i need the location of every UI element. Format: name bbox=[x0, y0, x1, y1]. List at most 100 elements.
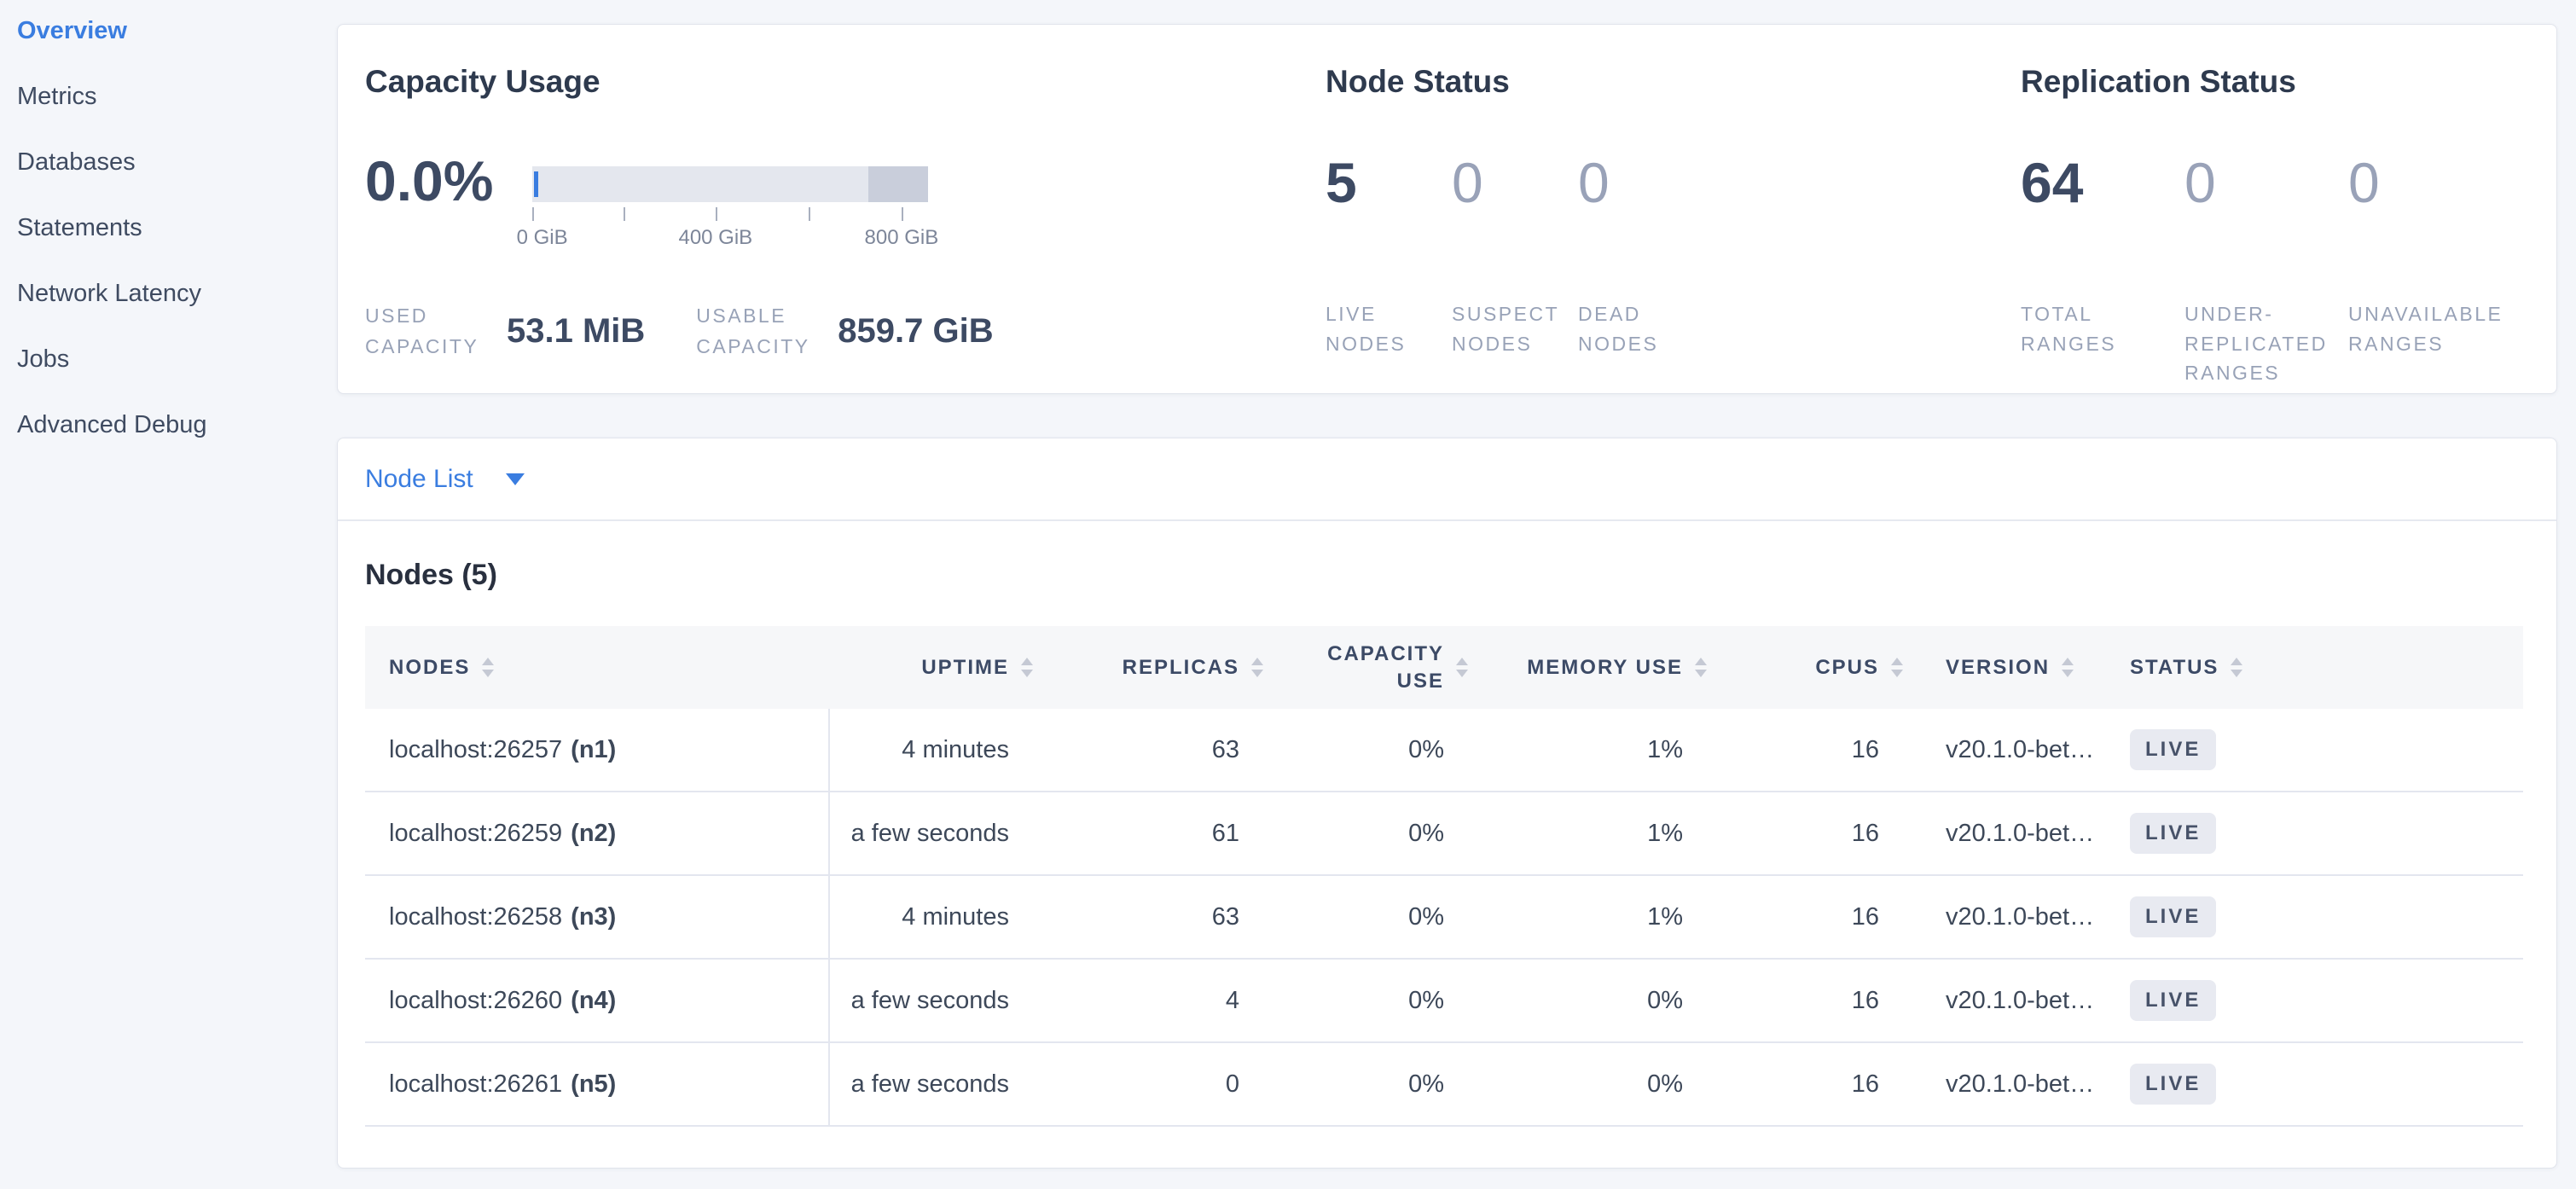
cpus-cell: 16 bbox=[1724, 709, 1920, 791]
node-list-dropdown-label: Node List bbox=[365, 465, 473, 494]
sidebar: Overview Metrics Databases Statements Ne… bbox=[0, 0, 337, 1189]
column-label: VERSION bbox=[1946, 656, 2050, 679]
sort-icon bbox=[1251, 658, 1263, 677]
table-row-n2: localhost:26259(n2) a few seconds 61 0% … bbox=[365, 792, 2523, 876]
capacity-use-cell: 0% bbox=[1280, 960, 1485, 1041]
memory-use-cell: 0% bbox=[1485, 960, 1724, 1041]
node-name-cell[interactable]: localhost:26260(n4) bbox=[365, 960, 830, 1041]
capacity-gauge: 0.0% 0 GiB bbox=[365, 153, 1326, 250]
capacity-axis: 0 GiB 400 GiB 800 GiB bbox=[532, 202, 928, 250]
main-content: Capacity Usage 0.0% bbox=[337, 0, 2576, 1189]
table-row-n1: localhost:26257(n1) 4 minutes 63 0% 1% 1… bbox=[365, 709, 2523, 792]
status-badge: LIVE bbox=[2130, 813, 2216, 854]
capacity-bar-usable-segment bbox=[532, 166, 868, 202]
column-header-nodes[interactable]: NODES bbox=[365, 654, 830, 681]
under-replicated-value: 0 bbox=[2184, 154, 2348, 211]
column-header-replicas[interactable]: REPLICAS bbox=[1050, 654, 1280, 681]
memory-use-cell: 1% bbox=[1485, 709, 1724, 791]
suspect-nodes-stat: 0 SUSPECT NODES bbox=[1452, 154, 1578, 358]
node-name-cell[interactable]: localhost:26259(n2) bbox=[365, 792, 830, 874]
cpus-cell: 16 bbox=[1724, 792, 1920, 874]
sort-icon bbox=[1456, 658, 1468, 677]
uptime-cell: a few seconds bbox=[830, 792, 1050, 874]
used-capacity-label: USED CAPACITY bbox=[365, 301, 495, 362]
column-header-status[interactable]: STATUS bbox=[2108, 654, 2523, 681]
used-capacity-value: 53.1 MiB bbox=[507, 312, 645, 351]
column-label: STATUS bbox=[2130, 656, 2219, 679]
column-label: MEMORY USE bbox=[1527, 656, 1683, 679]
version-cell: v20.1.0-bet… bbox=[1920, 792, 2108, 874]
sidebar-item-statements[interactable]: Statements bbox=[17, 216, 337, 241]
cpus-cell: 16 bbox=[1724, 960, 1920, 1041]
column-label: NODES bbox=[389, 656, 470, 679]
node-id: (n4) bbox=[571, 987, 616, 1015]
capacity-percent: 0.0% bbox=[365, 153, 532, 250]
node-table-panel: Nodes (5) NODES UPTIME REPLICAS bbox=[338, 559, 2556, 1127]
uptime-cell: 4 minutes bbox=[830, 709, 1050, 791]
under-replicated-label: UNDER-REPLICATED RANGES bbox=[2184, 299, 2348, 388]
under-replicated-stat: 0 UNDER-REPLICATED RANGES bbox=[2184, 154, 2348, 388]
sort-icon bbox=[1891, 658, 1903, 677]
live-nodes-label: LIVE NODES bbox=[1326, 299, 1452, 358]
column-header-memory-use[interactable]: MEMORY USE bbox=[1485, 654, 1724, 681]
node-address: localhost:26259 bbox=[389, 820, 562, 848]
capacity-stats: USED CAPACITY 53.1 MiB USABLE CAPACITY 8… bbox=[365, 301, 1326, 362]
live-nodes-stat: 5 LIVE NODES bbox=[1326, 154, 1452, 358]
capacity-bar-used-marker bbox=[534, 171, 538, 197]
node-list-dropdown[interactable]: Node List bbox=[338, 438, 2556, 521]
sort-icon bbox=[1021, 658, 1033, 677]
table-row-n4: localhost:26260(n4) a few seconds 4 0% 0… bbox=[365, 960, 2523, 1043]
capacity-bar-track bbox=[532, 166, 928, 202]
chevron-down-icon bbox=[506, 473, 525, 485]
node-list-card: Node List Nodes (5) NODES UPTIME bbox=[337, 438, 2557, 1169]
capacity-use-cell: 0% bbox=[1280, 876, 1485, 958]
sidebar-item-overview[interactable]: Overview bbox=[17, 19, 337, 44]
replication-status-title: Replication Status bbox=[2021, 62, 2529, 102]
memory-use-cell: 0% bbox=[1485, 1043, 1724, 1125]
column-label: CAPACITY bbox=[1327, 642, 1444, 665]
column-label: CPUS bbox=[1815, 656, 1879, 679]
node-name-cell[interactable]: localhost:26257(n1) bbox=[365, 709, 830, 791]
unavailable-ranges-value: 0 bbox=[2348, 154, 2512, 211]
status-cell: LIVE bbox=[2108, 709, 2523, 791]
node-name-cell[interactable]: localhost:26258(n3) bbox=[365, 876, 830, 958]
sidebar-item-network-latency[interactable]: Network Latency bbox=[17, 281, 337, 306]
uptime-cell: 4 minutes bbox=[830, 876, 1050, 958]
node-id: (n1) bbox=[571, 736, 616, 764]
sort-icon bbox=[2231, 658, 2242, 677]
sidebar-item-advanced-debug[interactable]: Advanced Debug bbox=[17, 413, 337, 438]
dead-nodes-stat: 0 DEAD NODES bbox=[1578, 154, 1704, 358]
uptime-cell: a few seconds bbox=[830, 960, 1050, 1041]
sidebar-item-jobs[interactable]: Jobs bbox=[17, 347, 337, 372]
capacity-usage-section: Capacity Usage 0.0% bbox=[365, 25, 1326, 393]
axis-tick bbox=[809, 207, 810, 221]
version-cell: v20.1.0-bet… bbox=[1920, 709, 2108, 791]
status-cell: LIVE bbox=[2108, 792, 2523, 874]
total-ranges-value: 64 bbox=[2021, 154, 2184, 211]
capacity-bar: 0 GiB 400 GiB 800 GiB bbox=[532, 166, 928, 250]
axis-label-400: 400 GiB bbox=[678, 226, 752, 250]
sidebar-item-metrics[interactable]: Metrics bbox=[17, 84, 337, 109]
version-cell: v20.1.0-bet… bbox=[1920, 1043, 2108, 1125]
node-name-cell[interactable]: localhost:26261(n5) bbox=[365, 1043, 830, 1125]
cpus-cell: 16 bbox=[1724, 876, 1920, 958]
replication-status-section: Replication Status 64 TOTAL RANGES 0 UND… bbox=[2021, 25, 2529, 393]
node-address: localhost:26261 bbox=[389, 1070, 562, 1099]
version-cell: v20.1.0-bet… bbox=[1920, 876, 2108, 958]
sidebar-item-databases[interactable]: Databases bbox=[17, 150, 337, 175]
column-label: REPLICAS bbox=[1123, 656, 1239, 679]
suspect-nodes-label: SUSPECT NODES bbox=[1452, 299, 1578, 358]
replicas-cell: 4 bbox=[1050, 960, 1280, 1041]
capacity-use-cell: 0% bbox=[1280, 709, 1485, 791]
column-header-capacity-use[interactable]: CAPACITYUSE bbox=[1280, 641, 1485, 693]
sort-icon bbox=[482, 658, 494, 677]
uptime-cell: a few seconds bbox=[830, 1043, 1050, 1125]
total-ranges-stat: 64 TOTAL RANGES bbox=[2021, 154, 2184, 388]
table-header-row: NODES UPTIME REPLICAS CAPACITYUSE bbox=[365, 626, 2523, 709]
column-header-cpus[interactable]: CPUS bbox=[1724, 654, 1920, 681]
axis-tick bbox=[532, 207, 534, 221]
status-cell: LIVE bbox=[2108, 960, 2523, 1041]
column-header-version[interactable]: VERSION bbox=[1920, 654, 2108, 681]
status-badge: LIVE bbox=[2130, 980, 2216, 1021]
column-header-uptime[interactable]: UPTIME bbox=[830, 654, 1050, 681]
